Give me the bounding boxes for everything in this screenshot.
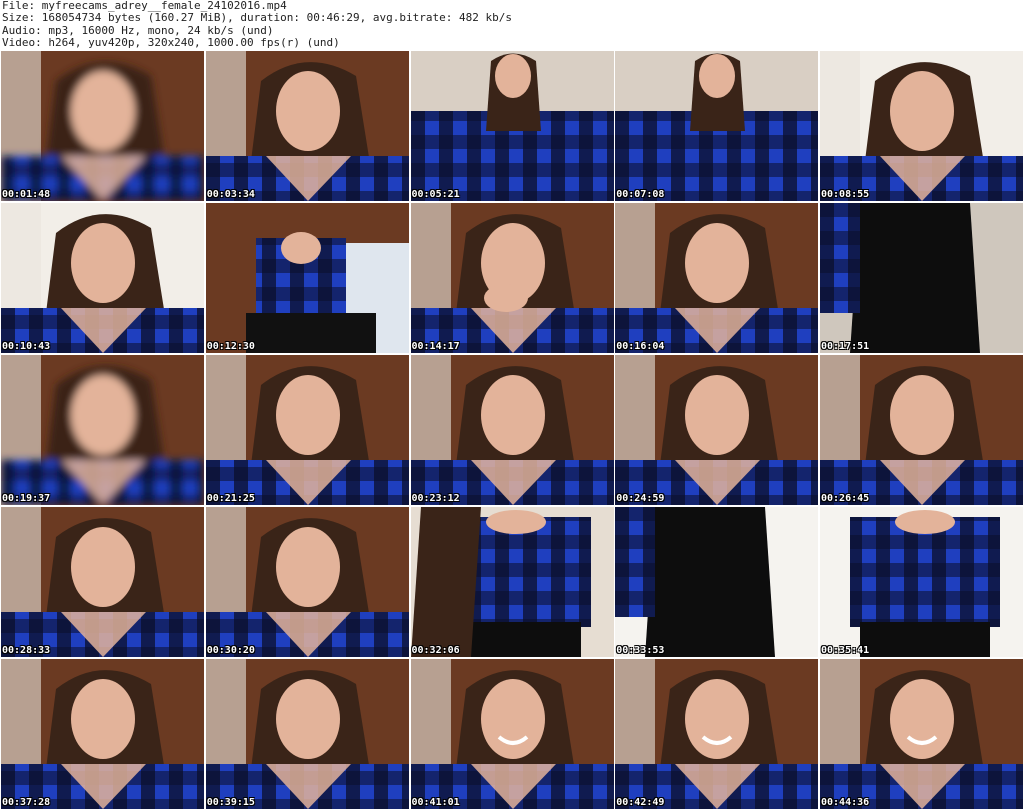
thumbnail-frame-image [615, 355, 819, 505]
video-thumbnail: 00:33:53 [615, 507, 819, 657]
thumbnail-timestamp: 00:08:55 [821, 189, 870, 200]
thumbnail-grid: 00:01:48 00:03:34 00:05:21 00:07:08 00:08:55… [1, 51, 1023, 811]
file-info-header: File: myfreecams_adrey__female_24102016.… [2, 0, 1022, 50]
thumbnail-timestamp: 00:32:06 [411, 645, 460, 656]
thumbnail-frame-image [205, 659, 409, 809]
video-thumbnail: 00:16:04 [615, 203, 819, 353]
thumbnail-frame-image [1, 507, 204, 657]
thumbnail-timestamp: 00:23:12 [411, 493, 460, 504]
thumbnail-frame-image [820, 507, 1023, 657]
thumbnail-frame-image [410, 51, 614, 201]
video-thumbnail: 00:44:36 [820, 659, 1023, 809]
video-thumbnail: 00:08:55 [820, 51, 1023, 201]
thumbnail-frame-image [410, 659, 614, 809]
thumbnail-frame-image [205, 51, 409, 201]
thumbnail-frame-image [205, 507, 409, 657]
video-thumbnail: 00:12:30 [205, 203, 409, 353]
thumbnail-timestamp: 00:24:59 [616, 493, 665, 504]
video-thumbnail: 00:05:21 [410, 51, 614, 201]
audio-info-line: Audio: mp3, 16000 Hz, mono, 24 kb/s (und… [2, 24, 274, 37]
thumbnail-frame-image [1, 51, 204, 201]
video-thumbnail: 00:24:59 [615, 355, 819, 505]
thumbnail-frame-image [820, 355, 1023, 505]
thumbnail-timestamp: 00:33:53 [616, 645, 665, 656]
thumbnail-timestamp: 00:19:37 [2, 493, 51, 504]
thumbnail-frame-image [615, 203, 819, 353]
thumbnail-timestamp: 00:01:48 [2, 189, 51, 200]
video-thumbnail: 00:17:51 [820, 203, 1023, 353]
thumbnail-timestamp: 00:42:49 [616, 797, 665, 808]
thumbnail-timestamp: 00:35:41 [821, 645, 870, 656]
thumbnail-timestamp: 00:30:20 [206, 645, 255, 656]
thumbnail-frame-image [615, 51, 819, 201]
thumbnail-timestamp: 00:05:21 [411, 189, 460, 200]
thumbnail-frame-image [410, 507, 614, 657]
thumbnail-frame-image [820, 51, 1023, 201]
thumbnail-timestamp: 00:21:25 [206, 493, 255, 504]
thumbnail-frame-image [820, 203, 1023, 353]
video-thumbnail: 00:21:25 [205, 355, 409, 505]
thumbnail-timestamp: 00:12:30 [206, 341, 255, 352]
video-thumbnail: 00:39:15 [205, 659, 409, 809]
video-thumbnail: 00:03:34 [205, 51, 409, 201]
thumbnail-timestamp: 00:10:43 [2, 341, 51, 352]
video-thumbnail: 00:37:28 [1, 659, 204, 809]
thumbnail-timestamp: 00:41:01 [411, 797, 460, 808]
thumbnail-frame-image [205, 355, 409, 505]
file-name-line: File: myfreecams_adrey__female_24102016.… [2, 0, 287, 12]
thumbnail-frame-image [1, 659, 204, 809]
video-thumbnail: 00:23:12 [410, 355, 614, 505]
thumbnail-frame-image [410, 355, 614, 505]
video-thumbnail: 00:35:41 [820, 507, 1023, 657]
thumbnail-timestamp: 00:39:15 [206, 797, 255, 808]
thumbnail-frame-image [205, 203, 409, 353]
thumbnail-timestamp: 00:07:08 [616, 189, 665, 200]
thumbnail-frame-image [1, 203, 204, 353]
video-thumbnail: 00:41:01 [410, 659, 614, 809]
thumbnail-frame-image [615, 507, 819, 657]
thumbnail-timestamp: 00:28:33 [2, 645, 51, 656]
thumbnail-timestamp: 00:17:51 [821, 341, 870, 352]
thumbnail-timestamp: 00:37:28 [2, 797, 51, 808]
video-thumbnail: 00:30:20 [205, 507, 409, 657]
thumbnail-timestamp: 00:44:36 [821, 797, 870, 808]
video-thumbnail: 00:42:49 [615, 659, 819, 809]
file-size-line: Size: 168054734 bytes (160.27 MiB), dura… [2, 12, 512, 25]
thumbnail-timestamp: 00:14:17 [411, 341, 460, 352]
video-thumbnail: 00:26:45 [820, 355, 1023, 505]
thumbnail-frame-image [410, 203, 614, 353]
thumbnail-frame-image [615, 659, 819, 809]
thumbnail-timestamp: 00:03:34 [206, 189, 255, 200]
video-thumbnail: 00:14:17 [410, 203, 614, 353]
video-thumbnail: 00:28:33 [1, 507, 204, 657]
video-thumbnail: 00:07:08 [615, 51, 819, 201]
thumbnail-timestamp: 00:26:45 [821, 493, 870, 504]
video-thumbnail: 00:10:43 [1, 203, 204, 353]
video-info-line: Video: h264, yuv420p, 320x240, 1000.00 f… [2, 37, 340, 50]
thumbnail-frame-image [820, 659, 1023, 809]
thumbnail-frame-image [1, 355, 204, 505]
video-thumbnail: 00:32:06 [410, 507, 614, 657]
video-thumbnail: 00:19:37 [1, 355, 204, 505]
contact-sheet: File: myfreecams_adrey__female_24102016.… [0, 0, 1024, 811]
video-thumbnail: 00:01:48 [1, 51, 204, 201]
thumbnail-timestamp: 00:16:04 [616, 341, 665, 352]
